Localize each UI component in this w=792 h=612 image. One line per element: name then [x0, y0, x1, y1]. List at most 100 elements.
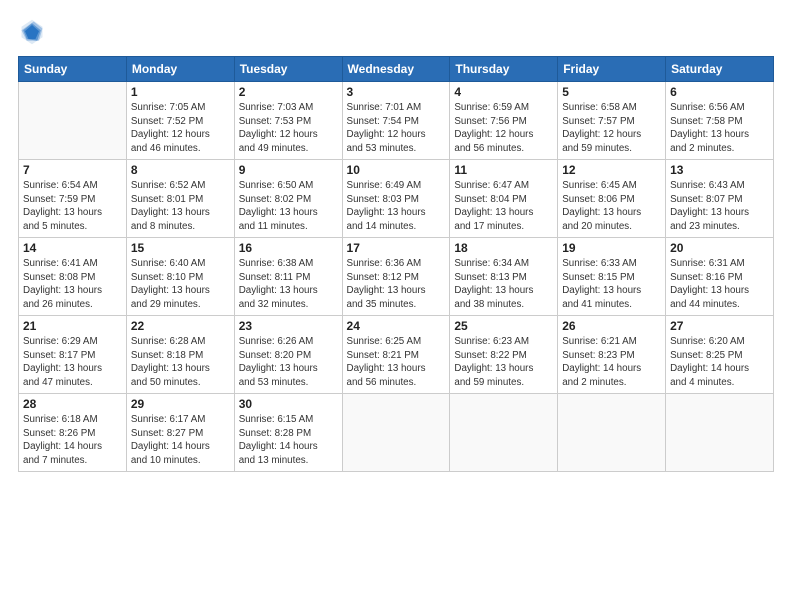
day-number: 6	[670, 85, 769, 99]
calendar-cell: 5 Sunrise: 6:58 AM Sunset: 7:57 PM Daylig…	[558, 82, 666, 160]
day-info: Sunrise: 6:36 AM Sunset: 8:12 PM Dayligh…	[347, 257, 446, 312]
calendar-cell: 6 Sunrise: 6:56 AM Sunset: 7:58 PM Daylig…	[666, 82, 774, 160]
day-number: 29	[131, 397, 230, 411]
day-number: 1	[131, 85, 230, 99]
day-info: Sunrise: 6:33 AM Sunset: 8:15 PM Dayligh…	[562, 257, 661, 312]
day-info: Sunrise: 6:34 AM Sunset: 8:13 PM Dayligh…	[454, 257, 553, 312]
day-info: Sunrise: 6:40 AM Sunset: 8:10 PM Dayligh…	[131, 257, 230, 312]
day-number: 22	[131, 319, 230, 333]
day-number: 8	[131, 163, 230, 177]
calendar-cell: 10Sunrise: 6:49 AM Sunset: 8:03 PM Dayli…	[342, 160, 450, 238]
day-info: Sunrise: 6:20 AM Sunset: 8:25 PM Dayligh…	[670, 335, 769, 390]
day-info: Sunrise: 7:03 AM Sunset: 7:53 PM Dayligh…	[239, 101, 338, 156]
calendar-cell: 1 Sunrise: 7:05 AM Sunset: 7:52 PM Daylig…	[126, 82, 234, 160]
day-number: 4	[454, 85, 553, 99]
day-number: 15	[131, 241, 230, 255]
calendar-cell: 20 Sunrise: 6:31 AM Sunset: 8:16 PM Dayli…	[666, 238, 774, 316]
calendar-cell: 25 Sunrise: 6:23 AM Sunset: 8:22 PM Dayli…	[450, 316, 558, 394]
calendar-week-2: 7 Sunrise: 6:54 AM Sunset: 7:59 PM Daylig…	[19, 160, 774, 238]
day-number: 24	[347, 319, 446, 333]
day-number: 10	[347, 163, 446, 177]
calendar-table: SundayMondayTuesdayWednesdayThursdayFrid…	[18, 56, 774, 472]
calendar-cell	[450, 394, 558, 472]
day-info: Sunrise: 6:41 AM Sunset: 8:08 PM Dayligh…	[23, 257, 122, 312]
calendar-cell: 21Sunrise: 6:29 AM Sunset: 8:17 PM Dayli…	[19, 316, 127, 394]
calendar-cell: 12 Sunrise: 6:45 AM Sunset: 8:06 PM Dayli…	[558, 160, 666, 238]
day-info: Sunrise: 6:17 AM Sunset: 8:27 PM Dayligh…	[131, 413, 230, 468]
day-info: Sunrise: 6:29 AM Sunset: 8:17 PM Dayligh…	[23, 335, 122, 390]
day-info: Sunrise: 6:50 AM Sunset: 8:02 PM Dayligh…	[239, 179, 338, 234]
calendar-cell: 18 Sunrise: 6:34 AM Sunset: 8:13 PM Dayli…	[450, 238, 558, 316]
weekday-header-thursday: Thursday	[450, 57, 558, 82]
weekday-header-sunday: Sunday	[19, 57, 127, 82]
calendar-cell	[19, 82, 127, 160]
day-number: 23	[239, 319, 338, 333]
day-info: Sunrise: 6:45 AM Sunset: 8:06 PM Dayligh…	[562, 179, 661, 234]
calendar-cell: 27Sunrise: 6:20 AM Sunset: 8:25 PM Dayli…	[666, 316, 774, 394]
day-number: 13	[670, 163, 769, 177]
calendar-cell: 26Sunrise: 6:21 AM Sunset: 8:23 PM Dayli…	[558, 316, 666, 394]
day-info: Sunrise: 6:23 AM Sunset: 8:22 PM Dayligh…	[454, 335, 553, 390]
day-number: 30	[239, 397, 338, 411]
calendar-week-3: 14 Sunrise: 6:41 AM Sunset: 8:08 PM Dayli…	[19, 238, 774, 316]
calendar-cell: 3 Sunrise: 7:01 AM Sunset: 7:54 PM Daylig…	[342, 82, 450, 160]
calendar-cell: 24 Sunrise: 6:25 AM Sunset: 8:21 PM Dayli…	[342, 316, 450, 394]
calendar-cell: 30Sunrise: 6:15 AM Sunset: 8:28 PM Dayli…	[234, 394, 342, 472]
calendar-cell: 22 Sunrise: 6:28 AM Sunset: 8:18 PM Dayli…	[126, 316, 234, 394]
calendar-cell: 14 Sunrise: 6:41 AM Sunset: 8:08 PM Dayli…	[19, 238, 127, 316]
day-info: Sunrise: 6:47 AM Sunset: 8:04 PM Dayligh…	[454, 179, 553, 234]
calendar-cell: 28 Sunrise: 6:18 AM Sunset: 8:26 PM Dayli…	[19, 394, 127, 472]
calendar-cell	[342, 394, 450, 472]
calendar-cell: 29 Sunrise: 6:17 AM Sunset: 8:27 PM Dayli…	[126, 394, 234, 472]
day-number: 11	[454, 163, 553, 177]
day-info: Sunrise: 6:54 AM Sunset: 7:59 PM Dayligh…	[23, 179, 122, 234]
calendar-cell	[558, 394, 666, 472]
day-info: Sunrise: 7:01 AM Sunset: 7:54 PM Dayligh…	[347, 101, 446, 156]
calendar-cell: 2 Sunrise: 7:03 AM Sunset: 7:53 PM Daylig…	[234, 82, 342, 160]
calendar-cell: 9 Sunrise: 6:50 AM Sunset: 8:02 PM Daylig…	[234, 160, 342, 238]
day-info: Sunrise: 6:43 AM Sunset: 8:07 PM Dayligh…	[670, 179, 769, 234]
weekday-header-wednesday: Wednesday	[342, 57, 450, 82]
day-number: 3	[347, 85, 446, 99]
day-info: Sunrise: 7:05 AM Sunset: 7:52 PM Dayligh…	[131, 101, 230, 156]
day-number: 18	[454, 241, 553, 255]
day-info: Sunrise: 6:56 AM Sunset: 7:58 PM Dayligh…	[670, 101, 769, 156]
calendar-cell: 8 Sunrise: 6:52 AM Sunset: 8:01 PM Daylig…	[126, 160, 234, 238]
calendar-cell: 23 Sunrise: 6:26 AM Sunset: 8:20 PM Dayli…	[234, 316, 342, 394]
weekday-header-monday: Monday	[126, 57, 234, 82]
day-number: 16	[239, 241, 338, 255]
weekday-header-tuesday: Tuesday	[234, 57, 342, 82]
calendar-cell: 19 Sunrise: 6:33 AM Sunset: 8:15 PM Dayli…	[558, 238, 666, 316]
day-number: 19	[562, 241, 661, 255]
day-number: 5	[562, 85, 661, 99]
calendar-cell: 17 Sunrise: 6:36 AM Sunset: 8:12 PM Dayli…	[342, 238, 450, 316]
calendar-week-1: 1 Sunrise: 7:05 AM Sunset: 7:52 PM Daylig…	[19, 82, 774, 160]
day-info: Sunrise: 6:28 AM Sunset: 8:18 PM Dayligh…	[131, 335, 230, 390]
day-number: 20	[670, 241, 769, 255]
calendar-cell: 13 Sunrise: 6:43 AM Sunset: 8:07 PM Dayli…	[666, 160, 774, 238]
logo-icon	[18, 18, 46, 46]
day-info: Sunrise: 6:52 AM Sunset: 8:01 PM Dayligh…	[131, 179, 230, 234]
calendar-header-row: SundayMondayTuesdayWednesdayThursdayFrid…	[19, 57, 774, 82]
day-number: 12	[562, 163, 661, 177]
day-info: Sunrise: 6:58 AM Sunset: 7:57 PM Dayligh…	[562, 101, 661, 156]
day-info: Sunrise: 6:26 AM Sunset: 8:20 PM Dayligh…	[239, 335, 338, 390]
day-number: 14	[23, 241, 122, 255]
day-number: 9	[239, 163, 338, 177]
day-info: Sunrise: 6:31 AM Sunset: 8:16 PM Dayligh…	[670, 257, 769, 312]
day-info: Sunrise: 6:59 AM Sunset: 7:56 PM Dayligh…	[454, 101, 553, 156]
day-number: 28	[23, 397, 122, 411]
weekday-header-friday: Friday	[558, 57, 666, 82]
day-number: 7	[23, 163, 122, 177]
calendar-cell: 7 Sunrise: 6:54 AM Sunset: 7:59 PM Daylig…	[19, 160, 127, 238]
day-number: 17	[347, 241, 446, 255]
day-info: Sunrise: 6:18 AM Sunset: 8:26 PM Dayligh…	[23, 413, 122, 468]
calendar-cell: 11 Sunrise: 6:47 AM Sunset: 8:04 PM Dayli…	[450, 160, 558, 238]
day-info: Sunrise: 6:38 AM Sunset: 8:11 PM Dayligh…	[239, 257, 338, 312]
day-info: Sunrise: 6:25 AM Sunset: 8:21 PM Dayligh…	[347, 335, 446, 390]
day-number: 26	[562, 319, 661, 333]
day-number: 25	[454, 319, 553, 333]
calendar-week-5: 28 Sunrise: 6:18 AM Sunset: 8:26 PM Dayli…	[19, 394, 774, 472]
calendar-week-4: 21Sunrise: 6:29 AM Sunset: 8:17 PM Dayli…	[19, 316, 774, 394]
day-number: 2	[239, 85, 338, 99]
